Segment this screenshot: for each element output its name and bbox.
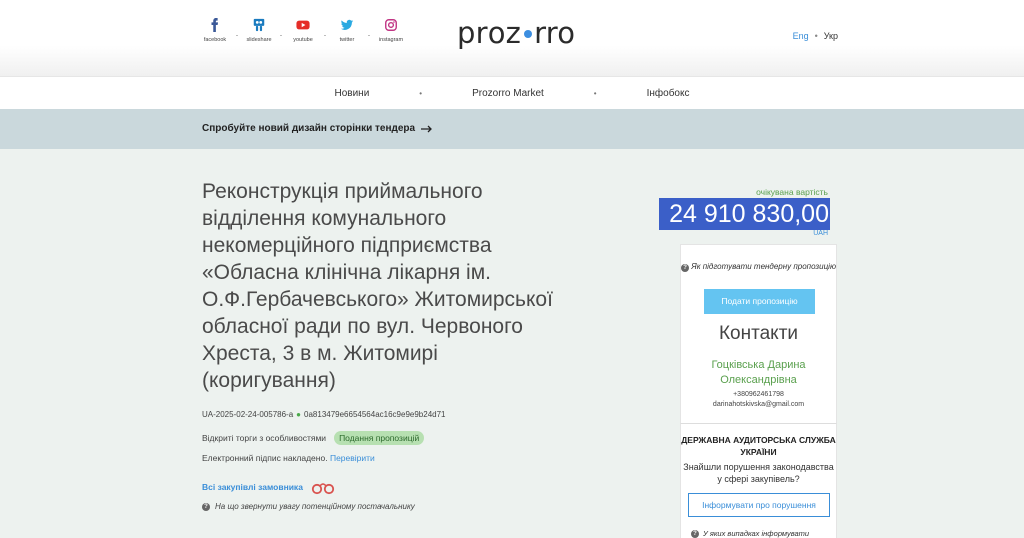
main-nav: Новини • Prozorro Market • Інфобокс: [0, 76, 1024, 109]
contact-phone: +380962461798: [733, 391, 784, 398]
report-violation-button[interactable]: Інформувати про порушення: [688, 493, 830, 517]
arrow-right-icon: [421, 125, 432, 132]
procedure-row: Відкриті торги з особливостями Подання п…: [202, 431, 425, 445]
social-links: facebook · slideshare · youtube · twitte…: [196, 18, 410, 43]
nav-infobox[interactable]: Інфобокс: [647, 88, 690, 99]
new-design-banner: Спробуйте новий дизайн сторінки тендера: [0, 109, 1024, 149]
status-badge: Подання пропозицій: [334, 431, 425, 445]
tender-hash: 0a813479e6654564ac16c9e9e9b24d71: [304, 410, 446, 419]
how-to-prepare-link[interactable]: ? Як підготувати тендерну пропозицію: [681, 261, 836, 273]
language-switcher: Eng • Укр: [793, 31, 838, 41]
supplier-attention-row[interactable]: ? На що звернути увагу потенційному пост…: [202, 502, 415, 511]
audit-service-card: ДЕРЖАВНА АУДИТОРСЬКА СЛУЖБА УКРАЇНИ Знай…: [680, 423, 837, 538]
all-purchases-link[interactable]: Всі закупівлі замовника: [202, 482, 303, 492]
instagram-icon: [385, 19, 397, 31]
nav-separator: •: [419, 88, 423, 98]
nav-separator: •: [593, 88, 597, 98]
submit-offer-button[interactable]: Подати пропозицію: [704, 289, 815, 314]
slideshare-label: slideshare: [246, 37, 272, 43]
twitter-label: twitter: [339, 37, 355, 43]
currency-label: UAH: [813, 230, 828, 237]
tender-id: UA-2025-02-24-005786-a: [202, 410, 294, 419]
question-icon: ?: [202, 502, 210, 511]
expected-value-amount: 24 910 830,00: [659, 198, 830, 230]
verify-signature-link[interactable]: Перевірити: [330, 453, 375, 463]
how-to-prepare-text: Як підготувати тендерну пропозицію: [691, 262, 836, 271]
slideshare-icon: [253, 18, 265, 32]
handcuffs-icon[interactable]: [310, 481, 336, 495]
youtube-link[interactable]: youtube: [284, 18, 322, 43]
facebook-icon: [211, 18, 219, 32]
new-design-link[interactable]: Спробуйте новий дизайн сторінки тендера: [202, 123, 433, 134]
instagram-label: instagram: [378, 37, 404, 43]
tender-title: Реконструкція приймального відділення ко…: [202, 180, 553, 392]
report-cases-link[interactable]: ? У яких випадках інформувати: [691, 529, 809, 538]
signature-row: Електронний підпис накладено. Перевірити: [202, 453, 375, 463]
audit-question: Знайшли порушення законодавства у сфері …: [683, 462, 834, 484]
offer-contacts-card: ? Як підготувати тендерну пропозицію Под…: [680, 244, 837, 428]
nav-news[interactable]: Новини: [335, 88, 370, 99]
twitter-link[interactable]: twitter: [328, 18, 366, 43]
site-header: facebook · slideshare · youtube · twitte…: [0, 0, 1024, 76]
logo-text-left: prоz: [457, 16, 522, 50]
status-dot-icon: ●: [296, 410, 302, 419]
lang-separator: •: [814, 31, 818, 41]
tender-identifiers: UA-2025-02-24-005786-a ● 0a813479e665456…: [202, 410, 446, 419]
facebook-link[interactable]: facebook: [196, 18, 234, 43]
contact-name: Гоцківська Дарина Олександрівна: [711, 359, 806, 386]
instagram-link[interactable]: instagram: [372, 18, 410, 43]
audit-org-name: ДЕРЖАВНА АУДИТОРСЬКА СЛУЖБА УКРАЇНИ: [681, 435, 836, 457]
lang-uk-link[interactable]: Укр: [824, 31, 838, 41]
youtube-label: youtube: [293, 37, 313, 43]
expected-value-label: очікувана вартість: [756, 187, 828, 197]
report-cases-text: У яких випадках інформувати: [703, 529, 810, 538]
supplier-attention-text: На що звернути увагу потенційному постач…: [215, 502, 415, 511]
lang-en-link[interactable]: Eng: [793, 31, 809, 41]
logo-text-right: rro: [534, 16, 576, 50]
question-icon: ?: [691, 529, 699, 538]
signature-text: Електронний підпис накладено.: [202, 453, 328, 463]
new-design-text: Спробуйте новий дизайн сторінки тендера: [202, 123, 416, 134]
youtube-icon: [296, 20, 310, 30]
question-icon: ?: [681, 264, 690, 272]
contact-email: darinahotskivska@gmail.com: [712, 401, 805, 408]
slideshare-link[interactable]: slideshare: [240, 18, 278, 43]
logo-dot-icon: [524, 30, 533, 38]
prozorro-logo[interactable]: prоz rro: [457, 16, 575, 50]
facebook-label: facebook: [203, 37, 227, 43]
contacts-title: Контакти: [718, 323, 799, 344]
nav-prozorro-market[interactable]: Prozorro Market: [472, 88, 544, 99]
procedure-type: Відкриті торги з особливостями: [202, 433, 327, 443]
twitter-icon: [340, 19, 354, 30]
